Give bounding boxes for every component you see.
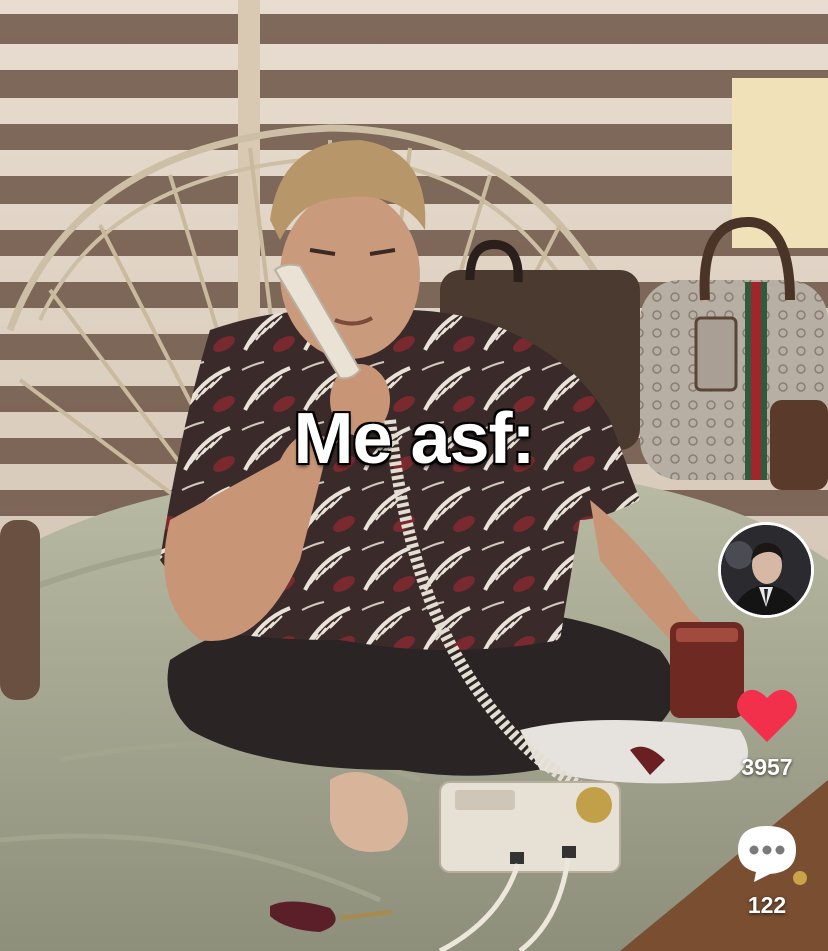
video-player[interactable]: Me asf: 3957 122 [0,0,828,951]
comment-count: 122 [747,892,787,918]
heart-icon[interactable] [734,682,800,748]
like-count: 3957 [741,754,793,780]
creator-avatar[interactable] [718,522,814,618]
video-caption: Me asf: [293,399,535,479]
avatar-portrait-icon [721,525,811,615]
comment-bubble-icon[interactable] [734,822,800,884]
